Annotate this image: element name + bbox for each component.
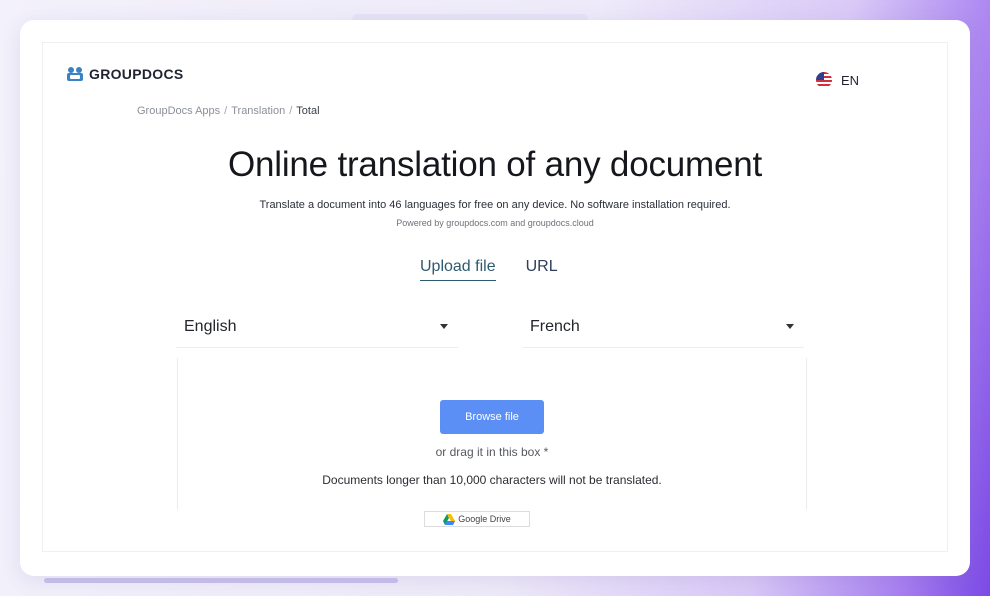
source-language-value: English [184,317,237,335]
page-subtitle: Translate a document into 46 languages f… [259,199,731,211]
google-drive-icon [443,513,456,525]
google-drive-label: Google Drive [458,514,511,524]
breadcrumb: GroupDocs Apps / Translation / Total [137,105,320,117]
groupdocs-logo-icon [67,67,83,81]
breadcrumb-separator: / [224,105,228,117]
chevron-down-icon [440,324,448,329]
browse-file-button[interactable]: Browse file [440,400,544,434]
language-selector[interactable]: EN [816,72,859,88]
target-language-value: French [530,317,580,335]
groupdocs-logo[interactable]: GROUPDOCS [66,66,184,82]
file-drop-zone[interactable] [177,358,807,510]
tab-url[interactable]: URL [526,258,558,281]
breadcrumb-item-translation[interactable]: Translation [231,105,285,117]
source-language-select[interactable]: English [176,306,458,348]
breadcrumb-item-apps[interactable]: GroupDocs Apps [137,105,220,117]
powered-by-text: Powered by groupdocs.com and groupdocs.c… [396,218,594,228]
app-card: GROUPDOCS EN GroupDocs Apps / Translation /… [20,20,970,576]
upload-tabs: Upload file URL [420,258,558,281]
background-bar [44,578,398,583]
character-limit-note: Documents longer than 10,000 characters … [322,473,662,487]
breadcrumb-separator: / [289,105,293,117]
target-language-select[interactable]: French [522,306,804,348]
tab-upload-file[interactable]: Upload file [420,258,496,281]
page-title: Online translation of any document [227,145,763,184]
drag-hint: or drag it in this box * [435,445,549,459]
language-code: EN [841,72,860,88]
breadcrumb-current: Total [296,105,320,117]
google-drive-button[interactable]: Google Drive [424,511,530,527]
chevron-down-icon [786,324,794,329]
logo-text: GROUPDOCS [89,66,184,82]
us-flag-icon [816,72,832,88]
